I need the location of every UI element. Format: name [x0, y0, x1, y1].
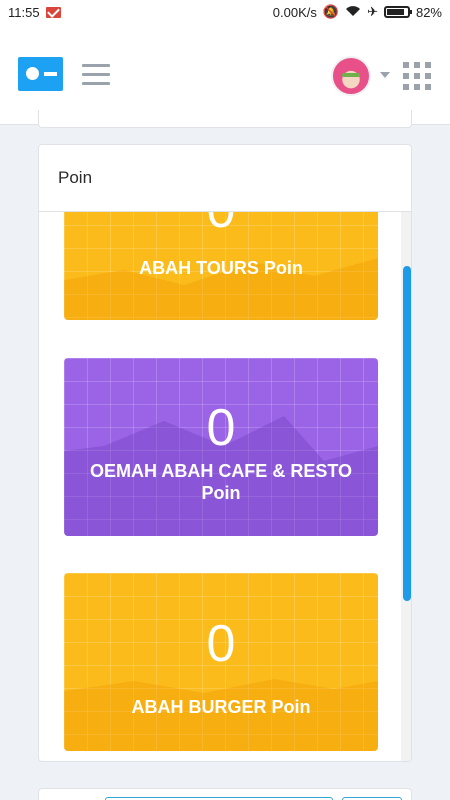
poin-scroll-area[interactable]: 0 ABAH TOURS Poin 0 OEMAH ABAH CAFE & RE… — [39, 212, 411, 761]
poin-card-abah-burger[interactable]: 0 ABAH BURGER Poin — [64, 573, 378, 751]
mute-icon: 🔕 — [322, 4, 340, 19]
poin-label: OEMAH ABAH CAFE & RESTO Poin — [89, 461, 352, 503]
scrollbar-thumb[interactable] — [403, 266, 411, 601]
status-left: 11:55 — [8, 5, 61, 20]
poin-label: ABAH BURGER Poin — [131, 697, 311, 717]
next-card-edge — [38, 788, 412, 800]
poin-panel: Poin 0 ABAH TOURS Poin 0 OEMAH ABAH CAFE… — [38, 144, 412, 762]
status-right: 0.00K/s 🔕 ✈ 82% — [273, 4, 442, 20]
chevron-down-icon[interactable] — [380, 72, 390, 78]
gmail-icon — [45, 6, 61, 18]
network-speed: 0.00K/s — [272, 4, 317, 20]
airplane-icon: ✈ — [367, 4, 378, 19]
wifi-icon — [345, 5, 361, 20]
poin-title: Poin — [39, 145, 411, 212]
poin-value: 0 — [64, 212, 378, 236]
status-bar: 11:55 0.00K/s 🔕 ✈ 82% — [0, 0, 450, 24]
poin-card-oemah-abah[interactable]: 0 OEMAH ABAH CAFE & RESTO Poin — [64, 358, 378, 536]
poin-value: 0 — [206, 615, 236, 673]
previous-card-edge — [38, 110, 412, 128]
battery-icon — [383, 6, 412, 18]
avatar[interactable] — [331, 56, 371, 96]
poin-value: 0 — [206, 399, 236, 457]
logo-icon[interactable] — [18, 57, 63, 91]
poin-label: ABAH TOURS Poin — [139, 258, 303, 278]
grid-apps-icon[interactable] — [403, 62, 431, 90]
poin-card-abah-tours[interactable]: 0 ABAH TOURS Poin — [64, 212, 378, 320]
battery-percent: 82% — [415, 4, 442, 20]
hamburger-menu-icon[interactable] — [82, 64, 110, 86]
status-time: 11:55 — [8, 4, 40, 20]
